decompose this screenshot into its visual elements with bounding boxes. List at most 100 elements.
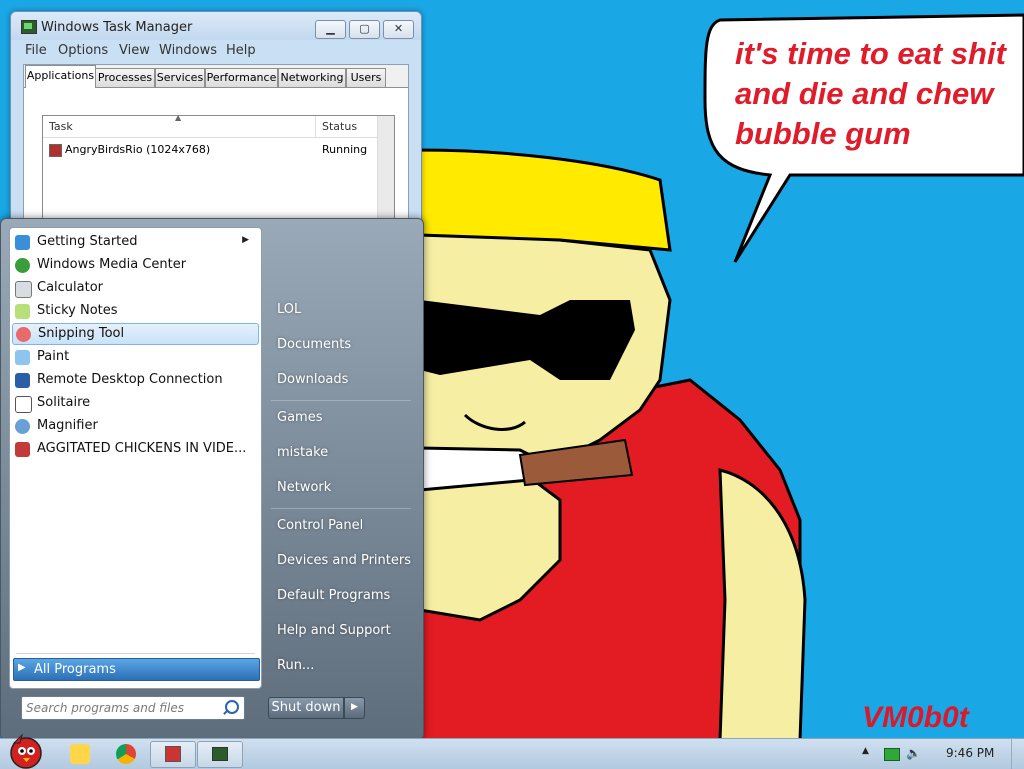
all-programs-label: All Programs [34,662,116,677]
places-control-panel[interactable]: Control Panel [277,518,363,533]
play-arrow-icon: ▶ [18,662,26,673]
tab-services[interactable]: Services [155,68,205,87]
program-solitaire[interactable]: Solitaire [12,393,257,413]
shutdown-options-button[interactable]: ▶ [344,697,365,719]
calculator-icon [15,281,32,298]
minimize-button[interactable]: ▁ [315,20,346,39]
game-icon [15,442,30,457]
task-status: Running [322,143,368,156]
media-center-icon [15,258,30,273]
program-calculator[interactable]: Calculator [12,278,257,298]
tab-performance[interactable]: Performance [205,68,278,87]
search-icon[interactable] [225,700,239,714]
places-network[interactable]: Network [277,480,331,495]
list-scrollbar[interactable] [377,116,394,231]
tab-networking[interactable]: Networking [278,68,346,87]
places-run[interactable]: Run... [277,658,314,673]
places-downloads[interactable]: Downloads [277,372,348,387]
clock[interactable]: 9:46 PM [946,746,994,760]
divider [16,653,255,654]
tab-applications[interactable]: Applications [25,65,96,88]
volume-icon[interactable]: 🔈 [906,746,921,760]
getting-started-icon [15,235,30,250]
table-row[interactable]: AngryBirdsRio (1024x768) Running [43,141,378,159]
sort-arrow-icon: ▲ [175,113,182,122]
task-list[interactable]: ▲ Task Status AngryBirdsRio (1024x768) R… [42,113,395,232]
start-menu: Getting Started ▶ Windows Media Center C… [0,218,424,740]
taskbar: ▲ 🔈 9:46 PM [0,733,1024,769]
task-manager-window[interactable]: Windows Task Manager ▁ ▢ ✕ File Options … [10,11,422,233]
taskbar-task-manager[interactable] [197,741,243,768]
network-icon[interactable] [884,748,900,761]
speech-text-line-3: bubble gum [735,116,911,151]
program-label: Sticky Notes [37,303,118,318]
speech-text-line-2: and die and chew [735,76,994,111]
places-devices-printers[interactable]: Devices and Printers [277,553,411,568]
shutdown-button[interactable]: Shut down [268,697,344,719]
maximize-button[interactable]: ▢ [349,20,380,39]
task-manager-titlebar[interactable]: Windows Task Manager ▁ ▢ ✕ [11,12,421,40]
program-getting-started[interactable]: Getting Started ▶ [12,232,257,252]
program-remote-desktop[interactable]: Remote Desktop Connection [12,370,257,390]
program-label: Solitaire [37,395,91,410]
remote-desktop-icon [15,373,30,388]
places-help-support[interactable]: Help and Support [277,623,391,638]
program-media-center[interactable]: Windows Media Center [12,255,257,275]
divider [271,508,411,509]
program-label: AGGITATED CHICKENS IN VIDE... [37,441,247,456]
speech-text-line-1: it's time to eat shit [735,36,1006,71]
program-paint[interactable]: Paint [12,347,257,367]
menu-view[interactable]: View [119,43,150,58]
column-status-label: Status [322,120,358,133]
places-lol[interactable]: LOL [277,302,301,317]
explorer-icon[interactable] [70,744,90,764]
programs-pane: Getting Started ▶ Windows Media Center C… [9,227,262,689]
program-label: Snipping Tool [38,326,125,341]
program-label: Calculator [37,280,104,295]
program-label: Windows Media Center [37,257,187,272]
menu-help[interactable]: Help [226,43,256,58]
column-header-task[interactable]: ▲ Task [43,113,316,138]
angry-birds-icon [49,144,62,157]
program-magnifier[interactable]: Magnifier [12,416,257,436]
search-box[interactable] [21,696,245,720]
program-snipping-tool[interactable]: Snipping Tool [12,323,259,345]
tab-processes[interactable]: Processes [95,68,155,87]
submenu-arrow-icon: ▶ [242,235,249,245]
task-name: AngryBirdsRio (1024x768) [65,143,211,156]
close-button[interactable]: ✕ [383,20,414,39]
menu-file[interactable]: File [25,43,47,58]
solitaire-icon [15,396,32,413]
snipping-tool-icon [16,327,31,342]
menu-options[interactable]: Options [58,43,108,58]
program-sticky-notes[interactable]: Sticky Notes [12,301,257,321]
places-default-programs[interactable]: Default Programs [277,588,390,603]
program-label: Magnifier [37,418,98,433]
program-label: Remote Desktop Connection [37,372,223,387]
task-manager-icon [21,20,37,34]
tray-expand-icon[interactable]: ▲ [862,746,869,756]
angry-birds-icon [165,746,181,762]
taskbar-angry-birds[interactable] [150,741,196,768]
paint-icon [15,350,30,365]
start-button[interactable] [4,731,44,769]
sticky-notes-icon [15,304,30,319]
tab-users[interactable]: Users [346,68,386,87]
magnifier-icon [15,419,30,434]
column-header-status[interactable]: Status [316,116,378,138]
menu-windows[interactable]: Windows [159,43,217,58]
watermark: VM0b0t [862,701,969,734]
places-games[interactable]: Games [277,410,322,425]
menu-bar: File Options View Windows Help [11,41,421,61]
applications-panel: ▲ Task Status AngryBirdsRio (1024x768) R… [24,87,408,232]
show-desktop-button[interactable] [1011,739,1024,769]
character-hat [418,148,672,252]
places-documents[interactable]: Documents [277,337,351,352]
window-title: Windows Task Manager [41,20,193,35]
search-input[interactable] [24,698,218,718]
all-programs-button[interactable]: ▶ All Programs [13,658,260,681]
places-mistake[interactable]: mistake [277,445,328,460]
program-aggitated-chickens[interactable]: AGGITATED CHICKENS IN VIDE... [12,439,257,459]
chrome-icon[interactable] [116,744,136,764]
program-label: Getting Started [37,234,138,249]
